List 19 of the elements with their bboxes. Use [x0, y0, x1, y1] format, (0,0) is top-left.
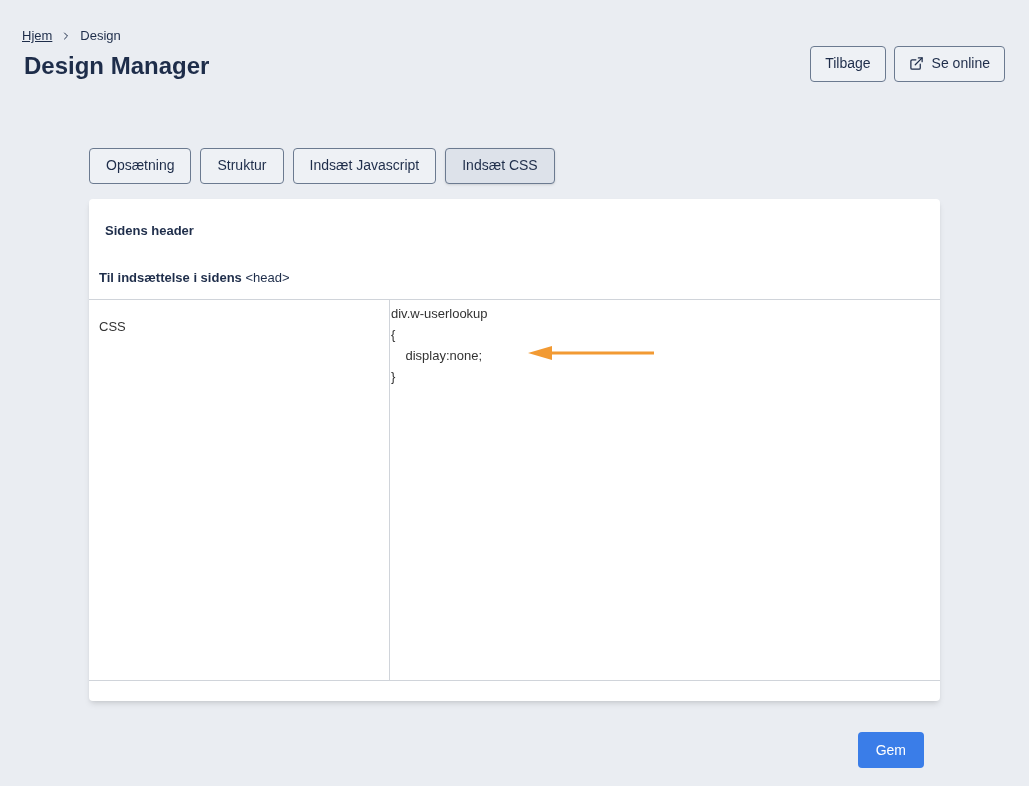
code-line: } — [391, 368, 396, 386]
page-title: Design Manager — [24, 50, 210, 81]
breadcrumb-link[interactable]: Hjem — [22, 26, 53, 46]
external-link-icon — [908, 56, 924, 71]
code-line: { — [391, 326, 396, 344]
tab[interactable]: Indsæt Javascript — [292, 147, 437, 184]
tab[interactable]: Opsætning — [89, 147, 192, 184]
tab[interactable]: Struktur — [200, 147, 284, 184]
code-line: display:none; — [404, 347, 483, 365]
tab[interactable]: Indsæt CSS — [445, 147, 555, 184]
code-line: div.w-userlookup — [391, 305, 488, 323]
field-label: CSS — [99, 319, 126, 334]
save-button[interactable]: Gem — [857, 732, 924, 768]
section-heading: Til indsættelse i sidens <head> — [99, 269, 290, 285]
open-online-button[interactable]: Se online — [893, 45, 1005, 82]
panel-title: Sidens header — [104, 221, 194, 240]
code-editor[interactable]: div.w-userlookup { display:none; } — [390, 300, 940, 680]
breadcrumb-current: Design — [80, 27, 121, 45]
back-button[interactable]: Tilbage — [810, 45, 886, 82]
